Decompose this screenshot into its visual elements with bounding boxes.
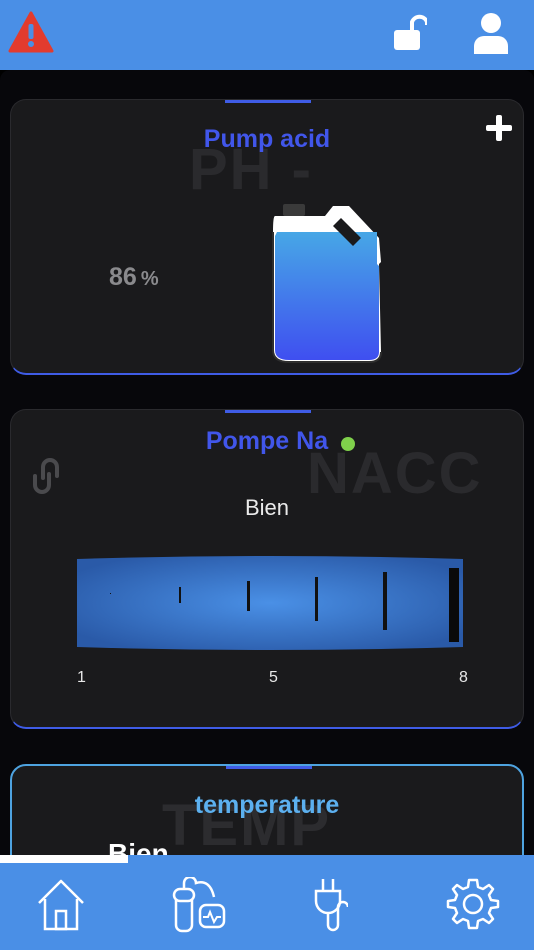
card-title: temperature xyxy=(194,791,340,819)
scale-label-min: 1 xyxy=(77,669,86,686)
level-value: 86 xyxy=(109,263,137,291)
top-bar xyxy=(0,0,534,70)
status-text: Bien xyxy=(108,838,169,855)
status-text: Bien xyxy=(244,495,290,520)
user-icon[interactable] xyxy=(472,12,510,54)
warning-triangle-icon[interactable] xyxy=(8,10,54,54)
scale-label-max: 8 xyxy=(459,669,468,686)
card-title: Pump acid xyxy=(203,125,331,153)
unlock-icon[interactable] xyxy=(393,12,427,52)
add-icon[interactable] xyxy=(485,114,513,142)
level-gauge xyxy=(77,556,463,650)
status-dot xyxy=(341,437,355,451)
plug-icon[interactable] xyxy=(314,877,348,933)
card-title: Pompe Na xyxy=(205,427,329,455)
pompe-na-card[interactable]: NACC Pompe Na Bien 1 5 8 xyxy=(10,409,524,729)
level-unit: % xyxy=(140,268,159,290)
card-tab-indicator xyxy=(225,410,311,413)
main-content: PH - Pump acid 86% NACC Pompe Na Bien 1 … xyxy=(0,70,534,855)
pump-icon[interactable] xyxy=(170,877,226,933)
link-icon[interactable] xyxy=(27,456,65,496)
acid-canister-icon xyxy=(272,204,382,363)
scale-label-mid: 5 xyxy=(269,669,278,686)
settings-icon[interactable] xyxy=(446,877,500,933)
pump-acid-card[interactable]: PH - Pump acid 86% xyxy=(10,99,524,375)
card-tab-indicator xyxy=(226,766,312,769)
bottom-navigation xyxy=(0,855,534,950)
temperature-card[interactable]: TEMP temperature Bien xyxy=(10,764,524,855)
card-tab-indicator xyxy=(225,100,311,103)
home-icon[interactable] xyxy=(36,877,86,933)
scroll-progress-bar xyxy=(0,855,128,863)
level-percentage: 86% xyxy=(109,263,159,292)
